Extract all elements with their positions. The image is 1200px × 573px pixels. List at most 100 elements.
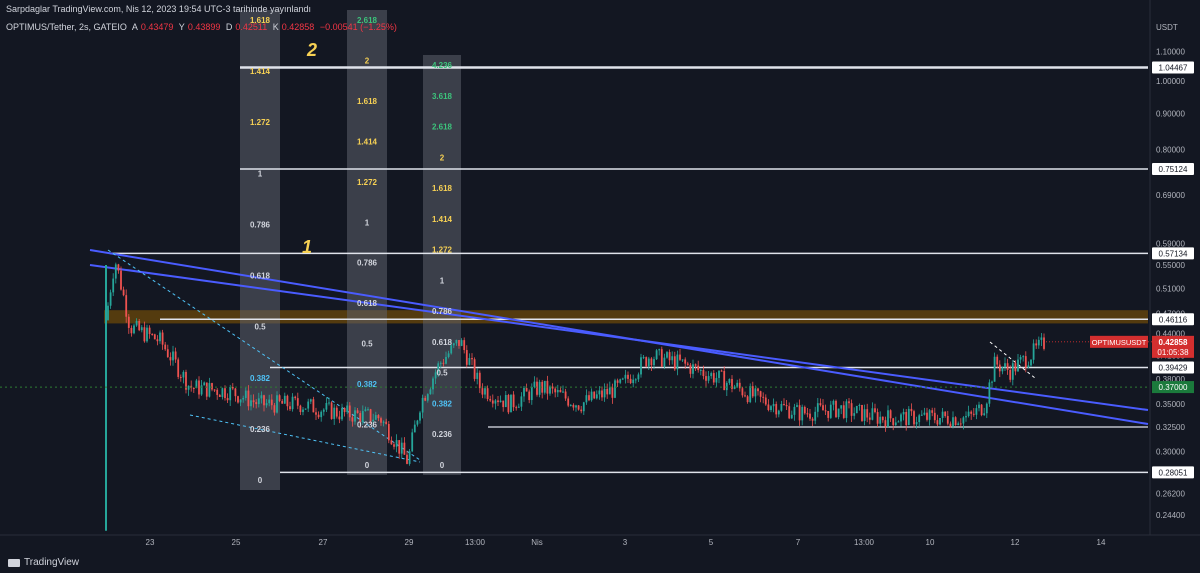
- y-tick-label: 0.30000: [1156, 448, 1185, 457]
- candle-body: [814, 411, 817, 421]
- candle-body: [1024, 356, 1027, 368]
- candle-body: [395, 440, 398, 447]
- candle-body: [926, 412, 928, 420]
- candle-body: [273, 405, 276, 413]
- fib-level-label: 0.786: [250, 220, 271, 229]
- candle-body: [918, 415, 921, 423]
- candle-body: [133, 325, 135, 334]
- candle-body: [780, 403, 783, 411]
- candle-body: [424, 397, 427, 401]
- candle-body: [460, 340, 463, 346]
- tradingview-brand[interactable]: TradingView: [8, 557, 79, 568]
- candle-body: [153, 334, 156, 340]
- candle-body: [107, 305, 109, 321]
- price-chart[interactable]: USDT 1.10000 1.00000 0.90000 0.80000 0.69000 0…: [0, 0, 1200, 573]
- x-tick-label: 29: [405, 538, 414, 547]
- candle-body: [255, 402, 258, 405]
- y-axis-unit: USDT: [1156, 23, 1178, 32]
- level-price-label: 1.04467: [1159, 64, 1188, 73]
- candle-body: [754, 388, 757, 397]
- candle-body: [296, 398, 299, 406]
- candle-body: [1037, 339, 1040, 346]
- candle-body: [798, 405, 801, 421]
- candle-body: [983, 413, 986, 416]
- candle-body: [936, 420, 939, 425]
- candle-body: [785, 405, 788, 407]
- candle-body: [848, 401, 850, 404]
- candle-body: [554, 388, 557, 393]
- fib-level-label: 0.618: [357, 299, 378, 308]
- candle-body: [393, 444, 395, 447]
- candle-body: [1009, 369, 1012, 380]
- candle-body: [588, 395, 590, 401]
- candle-body: [408, 451, 411, 464]
- symbol-tag-label: OPTIMUSUSDT: [1092, 338, 1147, 347]
- candle-body: [192, 388, 195, 390]
- candle-body: [260, 395, 263, 399]
- candle-body: [985, 403, 988, 414]
- candle-body: [304, 408, 307, 410]
- candle-body: [346, 405, 349, 413]
- candle-body: [842, 405, 845, 418]
- candle-body: [367, 409, 369, 411]
- candle-body: [1032, 343, 1035, 360]
- candle-body: [309, 399, 312, 402]
- candle-body: [278, 395, 281, 401]
- candle-body: [603, 388, 606, 398]
- candle-body: [991, 381, 993, 383]
- candle-body: [533, 381, 536, 387]
- candle-body: [299, 405, 302, 413]
- candle-body: [237, 396, 239, 403]
- candle-body: [876, 412, 879, 424]
- candle-body: [933, 412, 936, 421]
- candle-body: [239, 399, 242, 403]
- candle-body: [770, 406, 772, 411]
- candle-body: [177, 359, 180, 377]
- candle-body: [481, 388, 484, 395]
- y-tick-label: 0.80000: [1156, 146, 1185, 155]
- y-tick-label: 0.69000: [1156, 191, 1185, 200]
- candle-body: [281, 400, 284, 404]
- candle-body: [439, 362, 442, 364]
- fib-level-label: 1.272: [250, 118, 271, 127]
- fib-level-label: 1: [440, 276, 445, 285]
- candle-body: [853, 413, 856, 416]
- candle-body: [398, 440, 401, 454]
- candle-body: [325, 402, 328, 410]
- candle-body: [736, 382, 739, 387]
- candle-body: [135, 321, 138, 326]
- candle-body: [1022, 356, 1025, 358]
- y-tick-label: 1.10000: [1156, 48, 1185, 57]
- candle-body: [699, 369, 702, 371]
- candle-body: [959, 423, 962, 425]
- candle-body: [179, 376, 182, 378]
- symbol-name[interactable]: OPTIMUS/Tether, 2s, GATEIO: [6, 22, 127, 32]
- y-tick-label: 1.00000: [1156, 77, 1185, 86]
- candle-body: [484, 388, 486, 395]
- candle-body: [710, 373, 713, 377]
- candle-body: [749, 386, 752, 403]
- candle-body: [601, 390, 603, 398]
- candle-body: [382, 421, 385, 423]
- candle-body: [351, 417, 354, 422]
- candle-body: [140, 327, 143, 331]
- candle-body: [385, 421, 388, 425]
- candle-body: [528, 391, 531, 401]
- candle-body: [263, 395, 265, 406]
- candle-body: [172, 351, 174, 361]
- candle-body: [525, 387, 528, 392]
- y-tick-label: 0.51000: [1156, 284, 1185, 293]
- fib-level-label: 1: [258, 169, 263, 178]
- candle-body: [125, 295, 128, 317]
- candle-body: [796, 405, 798, 407]
- candle-body: [270, 399, 273, 406]
- candle-body: [328, 402, 330, 404]
- candle-body: [250, 400, 252, 407]
- fib-level-label: 0.382: [432, 399, 453, 408]
- candle-body: [322, 409, 325, 412]
- x-tick-label: 14: [1097, 538, 1106, 547]
- candle-body: [166, 349, 169, 358]
- candle-body: [892, 418, 895, 426]
- candle-body: [663, 357, 666, 367]
- candle-body: [213, 389, 216, 391]
